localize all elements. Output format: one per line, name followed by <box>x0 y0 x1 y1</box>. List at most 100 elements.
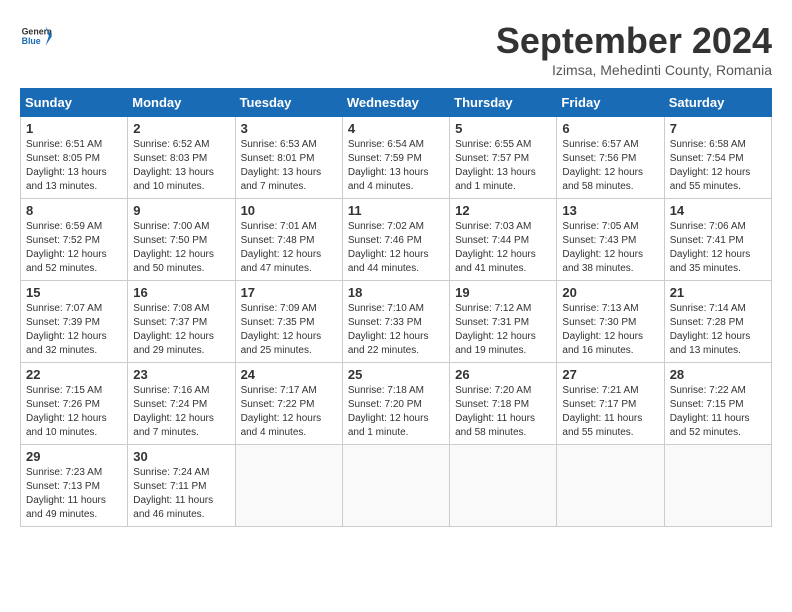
day-info: Sunrise: 7:21 AM Sunset: 7:17 PM Dayligh… <box>562 384 658 440</box>
day-number: 3 <box>241 121 337 136</box>
day-number: 27 <box>562 367 658 382</box>
calendar-week-5: 29 Sunrise: 7:23 AM Sunset: 7:13 PM Dayli… <box>21 445 772 527</box>
day-number: 5 <box>455 121 551 136</box>
page-header: General Blue September 2024 Izimsa, Mehe… <box>20 20 772 78</box>
calendar-body: 1 Sunrise: 6:51 AM Sunset: 8:05 PM Daylig… <box>21 117 772 527</box>
day-info: Sunrise: 7:06 AM Sunset: 7:41 PM Dayligh… <box>670 220 766 276</box>
calendar-day-27: 27 Sunrise: 7:21 AM Sunset: 7:17 PM Dayli… <box>557 363 664 445</box>
calendar-day-9: 9 Sunrise: 7:00 AM Sunset: 7:50 PM Daylig… <box>128 199 235 281</box>
day-info: Sunrise: 7:14 AM Sunset: 7:28 PM Dayligh… <box>670 302 766 358</box>
calendar-day-30: 30 Sunrise: 7:24 AM Sunset: 7:11 PM Dayli… <box>128 445 235 527</box>
calendar-empty <box>450 445 557 527</box>
day-number: 28 <box>670 367 766 382</box>
calendar-day-2: 2 Sunrise: 6:52 AM Sunset: 8:03 PM Daylig… <box>128 117 235 199</box>
day-info: Sunrise: 7:09 AM Sunset: 7:35 PM Dayligh… <box>241 302 337 358</box>
day-number: 22 <box>26 367 122 382</box>
weekday-sunday: Sunday <box>21 89 128 117</box>
day-info: Sunrise: 7:17 AM Sunset: 7:22 PM Dayligh… <box>241 384 337 440</box>
day-info: Sunrise: 6:52 AM Sunset: 8:03 PM Dayligh… <box>133 138 229 194</box>
day-number: 11 <box>348 203 444 218</box>
weekday-friday: Friday <box>557 89 664 117</box>
day-info: Sunrise: 7:24 AM Sunset: 7:11 PM Dayligh… <box>133 466 229 522</box>
logo: General Blue <box>20 20 52 52</box>
day-number: 15 <box>26 285 122 300</box>
calendar-day-8: 8Sunrise: 6:59 AM Sunset: 7:52 PM Daylig… <box>21 199 128 281</box>
calendar-day-4: 4 Sunrise: 6:54 AM Sunset: 7:59 PM Daylig… <box>342 117 449 199</box>
calendar-day-15: 15Sunrise: 7:07 AM Sunset: 7:39 PM Dayli… <box>21 281 128 363</box>
day-number: 12 <box>455 203 551 218</box>
day-number: 7 <box>670 121 766 136</box>
title-section: September 2024 Izimsa, Mehedinti County,… <box>496 20 772 78</box>
calendar-day-16: 16Sunrise: 7:08 AM Sunset: 7:37 PM Dayli… <box>128 281 235 363</box>
calendar-day-24: 24 Sunrise: 7:17 AM Sunset: 7:22 PM Dayli… <box>235 363 342 445</box>
calendar-week-2: 8Sunrise: 6:59 AM Sunset: 7:52 PM Daylig… <box>21 199 772 281</box>
day-number: 21 <box>670 285 766 300</box>
day-number: 25 <box>348 367 444 382</box>
day-info: Sunrise: 7:16 AM Sunset: 7:24 PM Dayligh… <box>133 384 229 440</box>
weekday-saturday: Saturday <box>664 89 771 117</box>
calendar-day-26: 26 Sunrise: 7:20 AM Sunset: 7:18 PM Dayli… <box>450 363 557 445</box>
calendar-day-11: 11 Sunrise: 7:02 AM Sunset: 7:46 PM Dayli… <box>342 199 449 281</box>
day-info: Sunrise: 7:15 AM Sunset: 7:26 PM Dayligh… <box>26 384 122 440</box>
day-info: Sunrise: 7:03 AM Sunset: 7:44 PM Dayligh… <box>455 220 551 276</box>
day-number: 23 <box>133 367 229 382</box>
calendar-table: SundayMondayTuesdayWednesdayThursdayFrid… <box>20 88 772 527</box>
calendar-day-18: 18Sunrise: 7:10 AM Sunset: 7:33 PM Dayli… <box>342 281 449 363</box>
day-info: Sunrise: 7:20 AM Sunset: 7:18 PM Dayligh… <box>455 384 551 440</box>
calendar-day-13: 13Sunrise: 7:05 AM Sunset: 7:43 PM Dayli… <box>557 199 664 281</box>
day-number: 30 <box>133 449 229 464</box>
weekday-tuesday: Tuesday <box>235 89 342 117</box>
day-number: 24 <box>241 367 337 382</box>
logo-icon: General Blue <box>20 20 52 52</box>
day-number: 2 <box>133 121 229 136</box>
day-info: Sunrise: 7:12 AM Sunset: 7:31 PM Dayligh… <box>455 302 551 358</box>
calendar-empty <box>342 445 449 527</box>
day-number: 17 <box>241 285 337 300</box>
day-number: 6 <box>562 121 658 136</box>
calendar-day-6: 6 Sunrise: 6:57 AM Sunset: 7:56 PM Daylig… <box>557 117 664 199</box>
day-info: Sunrise: 7:10 AM Sunset: 7:33 PM Dayligh… <box>348 302 444 358</box>
month-title: September 2024 <box>496 20 772 62</box>
calendar-day-21: 21 Sunrise: 7:14 AM Sunset: 7:28 PM Dayli… <box>664 281 771 363</box>
calendar-empty <box>557 445 664 527</box>
calendar-day-25: 25Sunrise: 7:18 AM Sunset: 7:20 PM Dayli… <box>342 363 449 445</box>
calendar-empty <box>664 445 771 527</box>
day-info: Sunrise: 6:53 AM Sunset: 8:01 PM Dayligh… <box>241 138 337 194</box>
calendar-week-3: 15Sunrise: 7:07 AM Sunset: 7:39 PM Dayli… <box>21 281 772 363</box>
day-info: Sunrise: 7:00 AM Sunset: 7:50 PM Dayligh… <box>133 220 229 276</box>
calendar-day-23: 23 Sunrise: 7:16 AM Sunset: 7:24 PM Dayli… <box>128 363 235 445</box>
calendar-day-22: 22 Sunrise: 7:15 AM Sunset: 7:26 PM Dayli… <box>21 363 128 445</box>
day-info: Sunrise: 7:13 AM Sunset: 7:30 PM Dayligh… <box>562 302 658 358</box>
calendar-day-5: 5 Sunrise: 6:55 AM Sunset: 7:57 PM Daylig… <box>450 117 557 199</box>
calendar-day-3: 3 Sunrise: 6:53 AM Sunset: 8:01 PM Daylig… <box>235 117 342 199</box>
day-number: 26 <box>455 367 551 382</box>
calendar-day-10: 10 Sunrise: 7:01 AM Sunset: 7:48 PM Dayli… <box>235 199 342 281</box>
day-number: 9 <box>133 203 229 218</box>
day-info: Sunrise: 6:54 AM Sunset: 7:59 PM Dayligh… <box>348 138 444 194</box>
day-info: Sunrise: 7:22 AM Sunset: 7:15 PM Dayligh… <box>670 384 766 440</box>
weekday-header-row: SundayMondayTuesdayWednesdayThursdayFrid… <box>21 89 772 117</box>
location: Izimsa, Mehedinti County, Romania <box>496 62 772 78</box>
calendar-day-19: 19Sunrise: 7:12 AM Sunset: 7:31 PM Dayli… <box>450 281 557 363</box>
weekday-wednesday: Wednesday <box>342 89 449 117</box>
calendar-week-4: 22 Sunrise: 7:15 AM Sunset: 7:26 PM Dayli… <box>21 363 772 445</box>
day-info: Sunrise: 7:23 AM Sunset: 7:13 PM Dayligh… <box>26 466 122 522</box>
day-number: 4 <box>348 121 444 136</box>
day-info: Sunrise: 6:55 AM Sunset: 7:57 PM Dayligh… <box>455 138 551 194</box>
calendar-empty <box>235 445 342 527</box>
day-info: Sunrise: 6:58 AM Sunset: 7:54 PM Dayligh… <box>670 138 766 194</box>
day-info: Sunrise: 6:57 AM Sunset: 7:56 PM Dayligh… <box>562 138 658 194</box>
day-info: Sunrise: 7:02 AM Sunset: 7:46 PM Dayligh… <box>348 220 444 276</box>
calendar-day-12: 12 Sunrise: 7:03 AM Sunset: 7:44 PM Dayli… <box>450 199 557 281</box>
weekday-monday: Monday <box>128 89 235 117</box>
day-info: Sunrise: 6:51 AM Sunset: 8:05 PM Dayligh… <box>26 138 122 194</box>
day-info: Sunrise: 7:01 AM Sunset: 7:48 PM Dayligh… <box>241 220 337 276</box>
day-number: 29 <box>26 449 122 464</box>
calendar-day-17: 17 Sunrise: 7:09 AM Sunset: 7:35 PM Dayli… <box>235 281 342 363</box>
day-number: 10 <box>241 203 337 218</box>
day-number: 8 <box>26 203 122 218</box>
calendar-day-14: 14 Sunrise: 7:06 AM Sunset: 7:41 PM Dayli… <box>664 199 771 281</box>
day-number: 1 <box>26 121 122 136</box>
day-number: 14 <box>670 203 766 218</box>
day-number: 16 <box>133 285 229 300</box>
